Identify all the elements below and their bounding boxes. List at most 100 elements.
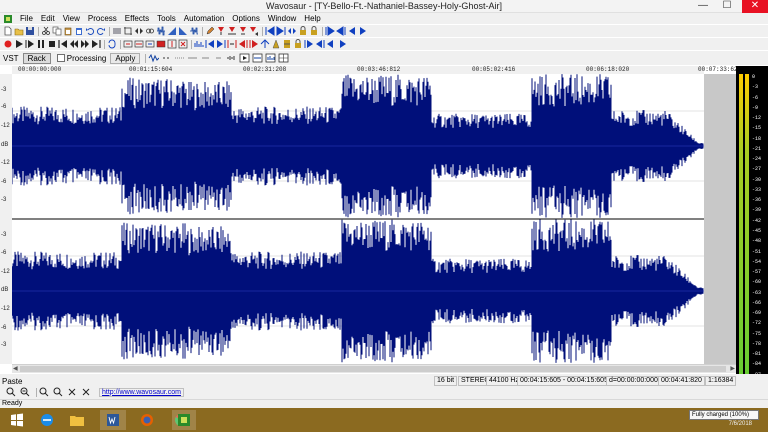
arrow-right-icon[interactable] bbox=[358, 26, 368, 36]
rack-button[interactable]: Rack bbox=[22, 52, 51, 64]
new-file-icon[interactable] bbox=[3, 26, 13, 36]
zoom-vertical-icon[interactable] bbox=[167, 39, 177, 49]
zoom-full-icon[interactable] bbox=[156, 39, 166, 49]
website-link[interactable]: http://www.wavosaur.com bbox=[99, 387, 184, 397]
arrow-left-icon[interactable] bbox=[347, 26, 357, 36]
grid-view-icon[interactable] bbox=[278, 53, 289, 63]
apply-button[interactable]: Apply bbox=[110, 52, 141, 64]
open-folder-icon[interactable] bbox=[14, 26, 24, 36]
zoom-reset-bottom-icon[interactable] bbox=[81, 387, 91, 397]
stop-icon[interactable] bbox=[47, 39, 57, 49]
marker-remove-icon[interactable] bbox=[238, 26, 248, 36]
metronome-icon[interactable] bbox=[271, 39, 281, 49]
zoom-out-horizontal-icon[interactable] bbox=[145, 39, 155, 49]
zoom-selection-bottom-icon[interactable] bbox=[53, 387, 63, 397]
fade-in-icon[interactable] bbox=[167, 26, 177, 36]
spectrum-view-icon[interactable] bbox=[265, 53, 276, 63]
marker-prev2-icon[interactable] bbox=[249, 39, 259, 49]
close-button[interactable]: ✕ bbox=[742, 0, 768, 13]
lock-icon[interactable] bbox=[298, 26, 308, 36]
zoom-fit-icon[interactable] bbox=[39, 387, 49, 397]
marker-next-icon[interactable] bbox=[238, 39, 248, 49]
rewind-icon[interactable] bbox=[69, 39, 79, 49]
play-icon[interactable] bbox=[14, 39, 24, 49]
marker-prev-icon[interactable] bbox=[249, 26, 259, 36]
fade-out-icon[interactable] bbox=[178, 26, 188, 36]
fast-forward-icon[interactable] bbox=[80, 39, 90, 49]
zoom-reset-icon[interactable] bbox=[178, 39, 188, 49]
nav-right-icon[interactable] bbox=[337, 39, 347, 49]
loop-start-icon[interactable] bbox=[265, 26, 275, 36]
taskbar-file-explorer[interactable] bbox=[64, 410, 90, 430]
menu-process[interactable]: Process bbox=[84, 14, 121, 23]
timeline-ruler[interactable]: 00:00:00:000 00:01:15:604 00:02:31:208 0… bbox=[12, 66, 741, 74]
redo-icon[interactable] bbox=[96, 26, 106, 36]
marker-icon[interactable] bbox=[216, 26, 226, 36]
record-icon[interactable] bbox=[3, 39, 13, 49]
zoom-out-icon[interactable] bbox=[20, 387, 30, 397]
region-lock-icon[interactable] bbox=[293, 39, 303, 49]
dots-icon[interactable] bbox=[174, 53, 185, 63]
zoom-pen-icon[interactable] bbox=[161, 53, 172, 63]
crop-icon[interactable] bbox=[123, 26, 133, 36]
menu-file[interactable]: File bbox=[16, 14, 37, 23]
zoom-in-icon[interactable] bbox=[6, 387, 16, 397]
link-icon[interactable] bbox=[145, 26, 155, 36]
maximize-button[interactable]: ☐ bbox=[716, 0, 738, 13]
minimize-button[interactable]: — bbox=[692, 0, 714, 13]
menu-window[interactable]: Window bbox=[264, 14, 300, 23]
slice-icon[interactable] bbox=[282, 39, 292, 49]
waveform-canvas[interactable] bbox=[12, 74, 704, 364]
processing-checkbox[interactable] bbox=[56, 54, 65, 62]
zoom-vertical-bottom-icon[interactable] bbox=[67, 387, 77, 397]
dash2-icon[interactable] bbox=[200, 53, 211, 63]
save-icon[interactable] bbox=[25, 26, 35, 36]
undo-icon[interactable] bbox=[85, 26, 95, 36]
scroll-left-icon[interactable]: ◀ bbox=[13, 365, 18, 372]
zoom-in-horizontal-icon[interactable] bbox=[134, 39, 144, 49]
wavosaur-app-icon[interactable] bbox=[2, 13, 14, 24]
snap-left-icon[interactable] bbox=[325, 26, 335, 36]
region-icon[interactable] bbox=[287, 26, 297, 36]
reverse-icon[interactable] bbox=[189, 26, 199, 36]
go-start-icon[interactable] bbox=[58, 39, 68, 49]
snap-right-icon[interactable] bbox=[336, 26, 346, 36]
menu-edit[interactable]: Edit bbox=[37, 14, 59, 23]
channel-left-icon[interactable] bbox=[205, 39, 215, 49]
taskbar-wavosaur[interactable] bbox=[172, 410, 196, 430]
taskbar-word[interactable] bbox=[100, 410, 126, 430]
horizontal-scrollbar[interactable]: ◀ ▶ bbox=[12, 364, 736, 373]
menu-options[interactable]: Options bbox=[228, 14, 264, 23]
dash-icon[interactable] bbox=[187, 53, 198, 63]
copy-icon[interactable] bbox=[52, 26, 62, 36]
channel-right-icon[interactable] bbox=[216, 39, 226, 49]
marker-right-icon[interactable] bbox=[315, 39, 325, 49]
nav-left-icon[interactable] bbox=[326, 39, 336, 49]
taskbar-firefox[interactable] bbox=[134, 410, 160, 430]
pause-icon[interactable] bbox=[36, 39, 46, 49]
menu-effects[interactable]: Effects bbox=[121, 14, 153, 23]
snap-to-zero-icon[interactable] bbox=[226, 53, 237, 63]
split-icon[interactable] bbox=[227, 39, 237, 49]
menu-tools[interactable]: Tools bbox=[153, 14, 180, 23]
select-all-icon[interactable] bbox=[112, 26, 122, 36]
zoom-selection-icon[interactable] bbox=[123, 39, 133, 49]
waveform-view-icon[interactable] bbox=[148, 53, 160, 63]
go-end-icon[interactable] bbox=[91, 39, 101, 49]
cut-icon[interactable] bbox=[41, 26, 51, 36]
taskbar-internet-explorer[interactable] bbox=[34, 410, 60, 430]
play-selection-icon[interactable] bbox=[25, 39, 35, 49]
lock-selection-icon[interactable] bbox=[309, 26, 319, 36]
cue-icon[interactable] bbox=[260, 39, 270, 49]
stereo-view-icon[interactable] bbox=[252, 53, 263, 63]
dash3-icon[interactable] bbox=[213, 53, 224, 63]
loop-end-icon[interactable] bbox=[276, 26, 286, 36]
menu-help[interactable]: Help bbox=[300, 14, 324, 23]
mix-paste-icon[interactable] bbox=[74, 26, 84, 36]
start-button[interactable] bbox=[4, 410, 30, 430]
menu-view[interactable]: View bbox=[59, 14, 84, 23]
loop-icon[interactable] bbox=[107, 39, 117, 49]
pencil-icon[interactable] bbox=[205, 26, 215, 36]
normalize-icon[interactable] bbox=[156, 26, 166, 36]
menu-automation[interactable]: Automation bbox=[180, 14, 228, 23]
